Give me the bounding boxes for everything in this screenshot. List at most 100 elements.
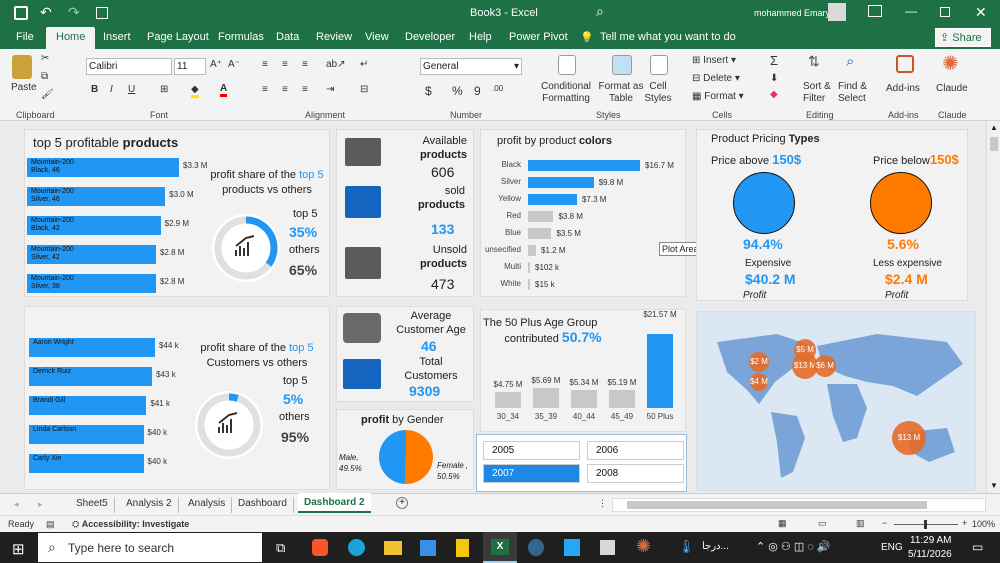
prev-sheet-icon[interactable]: ◂	[14, 499, 19, 510]
task-view-icon[interactable]: ⧉	[276, 540, 285, 556]
power-bi-icon[interactable]	[456, 539, 469, 557]
tell-me-input[interactable]: Tell me what you want to do	[600, 31, 736, 43]
tab-home[interactable]: Home	[46, 27, 96, 49]
italic-icon[interactable]: I	[110, 84, 113, 95]
tray-icons[interactable]: ⌃ ◎ ⚇ ◫ ◌ 🔊	[756, 540, 831, 553]
brave-icon[interactable]	[312, 539, 328, 556]
category-label[interactable]: Silver	[481, 177, 521, 186]
category-label[interactable]: Multi	[481, 262, 521, 271]
data-label[interactable]: $1.2 M	[541, 246, 565, 255]
bar[interactable]	[528, 177, 594, 188]
vscode-icon[interactable]	[564, 539, 580, 556]
weather-text[interactable]: درجا...	[702, 541, 729, 552]
bar[interactable]	[533, 388, 559, 408]
horizontal-scrollbar[interactable]	[612, 498, 986, 512]
add-sheet-icon[interactable]: +	[396, 497, 408, 509]
taskbar-search-box[interactable]: ⌕ Type here to search	[38, 533, 262, 562]
avatar[interactable]	[828, 3, 846, 21]
format-cells-button[interactable]: ▦ Format ▾	[692, 91, 744, 102]
data-label[interactable]: $5.34 M	[565, 378, 603, 388]
data-label[interactable]: $40 k	[148, 457, 168, 466]
tab-file[interactable]: File	[16, 31, 34, 43]
autosum-icon[interactable]: Σ	[770, 53, 778, 68]
page-break-view-icon[interactable]: ▥	[856, 518, 865, 529]
share-button[interactable]: ⇪ Share ▾	[935, 28, 991, 57]
bar[interactable]	[528, 262, 530, 273]
data-label[interactable]: $9.8 M	[599, 178, 623, 187]
data-label[interactable]: $16.7 M	[645, 161, 674, 170]
orientation-icon[interactable]: ab↗	[326, 59, 346, 70]
data-label[interactable]: $3.0 M	[169, 190, 193, 199]
tab-developer[interactable]: Developer	[405, 31, 455, 43]
borders-icon[interactable]: ⊞	[160, 84, 168, 95]
font-color-icon[interactable]: A	[220, 83, 228, 97]
paste-button[interactable]: Paste	[11, 82, 37, 93]
bar[interactable]	[647, 334, 673, 408]
map-bubble[interactable]: $6 M	[814, 355, 836, 377]
zoom-out-icon[interactable]: −	[882, 518, 887, 528]
page-layout-view-icon[interactable]: ▭	[818, 518, 827, 529]
data-label[interactable]: $5.69 M	[527, 376, 565, 386]
sheet-tab[interactable]: Dashboard 2	[298, 493, 371, 513]
close-icon[interactable]: ✕	[975, 4, 987, 21]
sheet-tab[interactable]: Sheet5	[70, 497, 115, 513]
category-label[interactable]: Yellow	[481, 194, 521, 203]
excel-taskbar-icon[interactable]: X	[483, 532, 517, 563]
data-label[interactable]: $7.3 M	[582, 195, 606, 204]
data-label[interactable]: $41 k	[150, 399, 170, 408]
insert-cells-button[interactable]: ⊞ Insert ▾	[692, 55, 736, 66]
format-as-table-icon[interactable]	[612, 55, 632, 75]
merge-icon[interactable]: ⊟	[360, 84, 368, 95]
delete-cells-button[interactable]: ⊟ Delete ▾	[692, 73, 740, 84]
cube-app-icon[interactable]	[600, 540, 615, 555]
data-label[interactable]: $44 k	[159, 341, 179, 350]
category-label[interactable]: 35_39	[527, 412, 565, 421]
number-format-select[interactable]: General ▾	[420, 58, 522, 75]
zoom-level[interactable]: 100%	[972, 519, 995, 529]
find-select-icon[interactable]: ⌕	[846, 53, 854, 70]
bold-icon[interactable]: B	[91, 84, 98, 95]
claude-icon[interactable]: ✺	[942, 51, 959, 76]
h-scroll-thumb[interactable]	[627, 501, 927, 509]
underline-icon[interactable]: U	[128, 84, 135, 95]
font-name-select[interactable]: Calibri	[86, 58, 172, 75]
align-left-icon[interactable]: ≡	[262, 84, 268, 95]
data-label[interactable]: $3.5 M	[556, 229, 580, 238]
align-middle-icon[interactable]: ≡	[282, 59, 288, 70]
bar-label[interactable]: Aaron Wright	[33, 339, 93, 347]
year-button[interactable]: 2007	[483, 464, 580, 483]
year-button[interactable]: 2005	[483, 441, 580, 460]
currency-icon[interactable]: $	[425, 84, 432, 98]
font-size-select[interactable]: 11	[174, 58, 206, 75]
comma-icon[interactable]: 9	[474, 84, 481, 98]
tab-data[interactable]: Data	[276, 31, 299, 43]
tab-insert[interactable]: Insert	[103, 31, 131, 43]
vertical-scrollbar[interactable]: ▲ ▼	[986, 121, 1000, 493]
search-icon[interactable]: ⌕	[596, 3, 604, 20]
data-label[interactable]: $102 k	[535, 263, 559, 272]
file-explorer-icon[interactable]	[384, 541, 402, 555]
bar[interactable]	[528, 211, 554, 222]
zoom-in-icon[interactable]: +	[962, 518, 967, 528]
align-top-icon[interactable]: ≡	[262, 59, 268, 70]
sheet-tab[interactable]: Analysis 2	[120, 497, 179, 513]
bar[interactable]	[528, 279, 530, 290]
bar[interactable]	[528, 160, 640, 171]
year-button[interactable]: 2008	[587, 464, 684, 483]
clock-time[interactable]: 11:29 AM	[910, 535, 952, 546]
category-label[interactable]: 45_49	[603, 412, 641, 421]
bar[interactable]	[495, 391, 521, 408]
clear-icon[interactable]: ◆	[770, 89, 778, 100]
align-center-icon[interactable]: ≡	[282, 84, 288, 95]
cut-icon[interactable]: ✂	[41, 53, 49, 64]
scroll-thumb[interactable]	[990, 137, 998, 151]
store-icon[interactable]	[420, 540, 436, 556]
category-label[interactable]: 50 Plus	[641, 412, 679, 421]
scroll-down-icon[interactable]: ▼	[990, 481, 998, 490]
fill-color-icon[interactable]: ◆	[191, 84, 199, 98]
cell-styles-button[interactable]: Cell Styles	[640, 81, 676, 105]
postgres-icon[interactable]	[528, 539, 544, 556]
tab-formulas[interactable]: Formulas	[218, 31, 264, 43]
bar-label[interactable]: Linda Carlson	[33, 426, 93, 434]
clipboard-icon[interactable]	[12, 55, 32, 79]
